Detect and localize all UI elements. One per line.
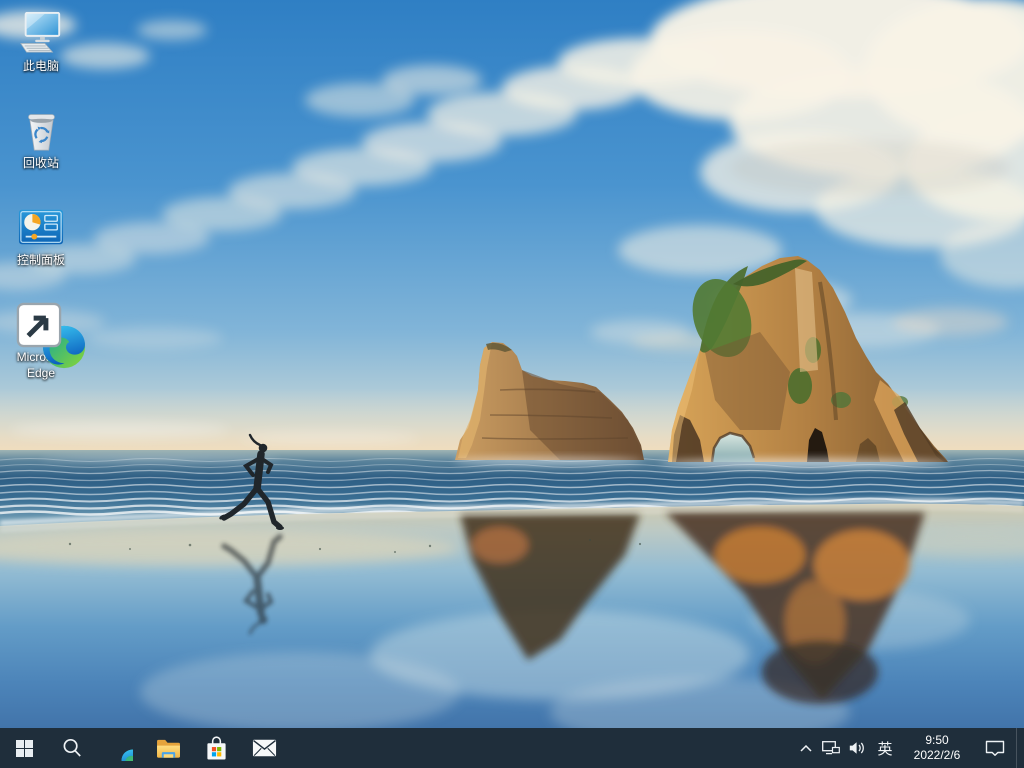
taskbar-edge-button[interactable] — [96, 728, 144, 768]
store-bag-icon — [205, 735, 228, 761]
chevron-up-icon — [800, 745, 812, 752]
network-icon — [822, 741, 840, 755]
system-tray: 英 9:50 2022/2/6 — [794, 728, 1024, 768]
search-icon — [62, 738, 82, 758]
volume-icon — [849, 741, 865, 755]
desktop-icon-label: 控制面板 — [17, 253, 65, 269]
clock-button[interactable]: 9:50 2022/2/6 — [900, 728, 974, 768]
desktop-wallpaper — [0, 0, 1024, 728]
desktop-icon-control-panel[interactable]: 控制面板 — [2, 200, 80, 297]
desktop-icon-recycle-bin[interactable]: 回收站 — [2, 103, 80, 200]
windows-desktop[interactable]: 此电脑 回收站 控制面板 Microsoft Edge — [0, 0, 1024, 768]
tray-time: 9:50 — [904, 733, 970, 748]
desktop-icon-grid: 此电脑 回收站 控制面板 Microsoft Edge — [2, 6, 80, 394]
edge-icon — [18, 301, 64, 347]
action-center-button[interactable] — [974, 728, 1016, 768]
taskbar: 英 9:50 2022/2/6 — [0, 728, 1024, 768]
desktop-icon-label: 此电脑 — [23, 59, 59, 75]
this-pc-icon — [18, 10, 64, 56]
shortcut-arrow-icon — [16, 302, 62, 348]
action-center-icon — [985, 740, 1005, 757]
desktop-icon-this-pc[interactable]: 此电脑 — [2, 6, 80, 103]
folder-icon — [156, 738, 181, 759]
taskbar-mail-button[interactable] — [240, 728, 288, 768]
tray-date: 2022/2/6 — [904, 748, 970, 763]
desktop-icon-microsoft-edge[interactable]: Microsoft Edge — [2, 297, 80, 394]
control-panel-icon — [18, 204, 64, 250]
network-tray-button[interactable] — [818, 728, 844, 768]
desktop-icon-label: 回收站 — [23, 156, 59, 172]
search-button[interactable] — [48, 728, 96, 768]
ime-language-label: 英 — [877, 738, 892, 759]
beach-wallpaper-image — [0, 0, 1024, 728]
volume-tray-button[interactable] — [844, 728, 870, 768]
show-desktop-strip[interactable] — [1016, 728, 1024, 768]
taskbar-store-button[interactable] — [192, 728, 240, 768]
start-button[interactable] — [0, 728, 48, 768]
show-hidden-icons-button[interactable] — [794, 728, 818, 768]
taskbar-file-explorer-button[interactable] — [144, 728, 192, 768]
recycle-bin-icon — [18, 107, 64, 153]
ime-indicator-button[interactable]: 英 — [870, 728, 900, 768]
mail-envelope-icon — [252, 739, 277, 757]
edge-icon — [108, 736, 133, 761]
windows-logo-icon — [16, 740, 33, 757]
